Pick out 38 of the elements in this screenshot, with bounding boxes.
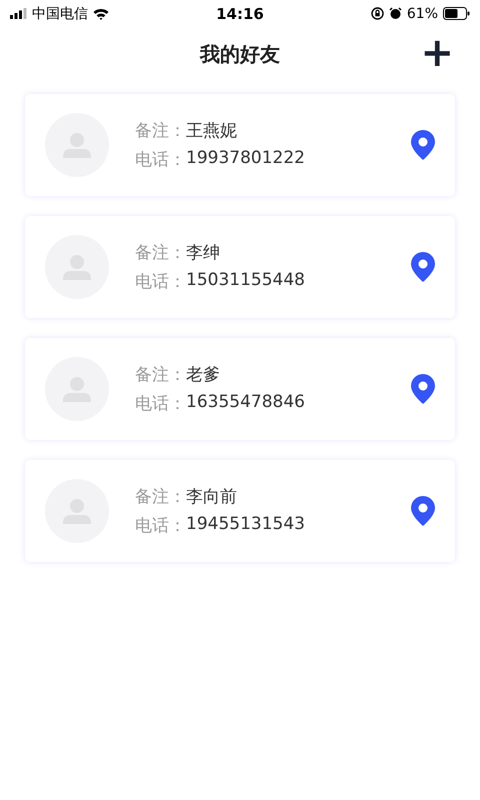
location-pin-icon[interactable] xyxy=(411,252,435,282)
alarm-icon xyxy=(388,7,402,20)
phone-number: 16355478846 xyxy=(186,392,305,414)
location-pin-icon[interactable] xyxy=(411,496,435,526)
note-value: 老爹 xyxy=(186,364,220,386)
avatar-icon xyxy=(45,235,109,299)
friend-card[interactable]: 备注：老爹 电话：16355478846 xyxy=(25,338,455,440)
phone-label: 电话： xyxy=(135,149,186,171)
phone-number: 19455131543 xyxy=(186,514,305,536)
avatar-icon xyxy=(45,357,109,421)
phone-number: 15031155448 xyxy=(186,270,305,292)
wifi-icon xyxy=(93,8,109,20)
avatar-icon xyxy=(45,479,109,543)
note-label: 备注： xyxy=(135,486,186,508)
battery-icon xyxy=(443,7,470,20)
location-pin-icon[interactable] xyxy=(411,130,435,160)
phone-label: 电话： xyxy=(135,271,186,293)
phone-number: 19937801222 xyxy=(186,148,305,170)
location-pin-icon[interactable] xyxy=(411,374,435,404)
page-title: 我的好友 xyxy=(200,41,280,68)
note-value: 王燕妮 xyxy=(186,120,237,142)
carrier-name: 中国电信 xyxy=(32,4,88,22)
avatar-icon xyxy=(45,113,109,177)
note-value: 李绅 xyxy=(186,242,220,264)
note-value: 李向前 xyxy=(186,486,237,508)
add-button[interactable]: + xyxy=(418,33,456,73)
note-label: 备注： xyxy=(135,242,186,264)
friend-card[interactable]: 备注：王燕妮 电话：19937801222 xyxy=(25,94,455,196)
note-label: 备注： xyxy=(135,120,186,142)
rotation-lock-icon xyxy=(370,7,384,20)
phone-label: 电话： xyxy=(135,393,186,415)
phone-label: 电话： xyxy=(135,515,186,537)
note-label: 备注： xyxy=(135,364,186,386)
friend-card[interactable]: 备注：李向前 电话：19455131543 xyxy=(25,460,455,562)
clock-time: 14:16 xyxy=(216,4,264,22)
signal-icon xyxy=(10,8,27,19)
battery-percent: 61% xyxy=(406,6,438,22)
friend-card[interactable]: 备注：李绅 电话：15031155448 xyxy=(25,216,455,318)
